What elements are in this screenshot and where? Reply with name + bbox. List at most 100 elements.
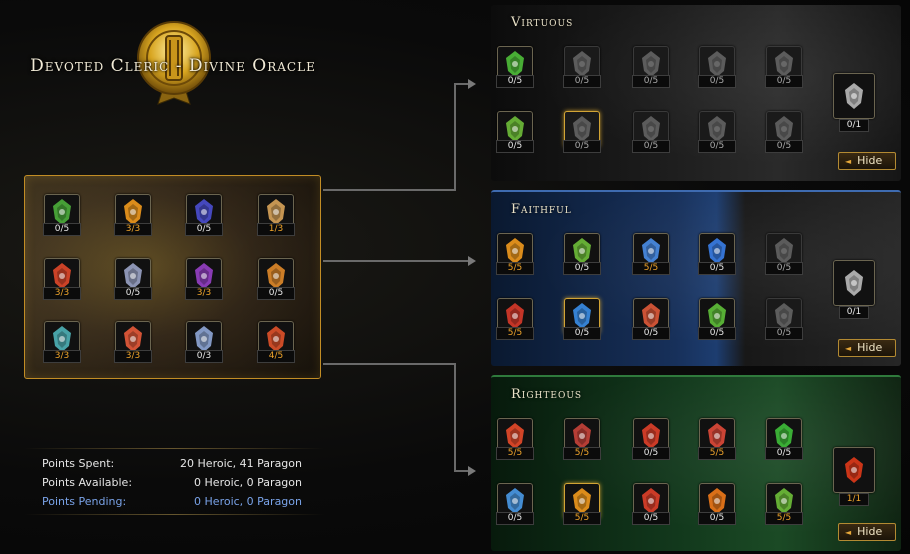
points-spent-value: 20 Heroic, 41 Paragon xyxy=(180,457,302,470)
connector-line xyxy=(454,363,456,471)
ability-tile[interactable]: 0/5 xyxy=(698,46,736,88)
rank-counter: 3/3 xyxy=(114,223,152,236)
points-available-row: Points Available: 0 Heroic, 0 Paragon xyxy=(42,475,302,491)
dark-gem-icon xyxy=(833,260,875,306)
rank-counter: 0/5 xyxy=(765,327,803,340)
ability-tile[interactable]: 0/5 xyxy=(114,258,152,300)
stats-divider-bottom xyxy=(24,514,324,515)
ability-tile[interactable]: 0/5 xyxy=(765,111,803,153)
ability-tile[interactable]: 3/3 xyxy=(43,321,81,363)
capstone-tile[interactable]: 0/1 xyxy=(833,260,875,319)
ability-tile[interactable]: 5/5 xyxy=(632,233,670,275)
tree-faithful: Faithful ◄ Hide 5/5 0/5 5/5 0/5 0/5 5/5 0/5 0/5 0… xyxy=(491,190,901,366)
shield-crest-icon xyxy=(833,73,875,119)
points-pending-value: 0 Heroic, 0 Paragon xyxy=(194,495,302,508)
rank-counter: 0/5 xyxy=(632,327,670,340)
connector-line xyxy=(454,83,456,191)
ability-tile[interactable]: 5/5 xyxy=(563,483,601,525)
hide-faithful-button[interactable]: ◄ Hide xyxy=(838,339,896,357)
ability-tile[interactable]: 0/5 xyxy=(632,298,670,340)
capstone-tile[interactable]: 1/1 xyxy=(833,447,875,506)
arrow-left-icon: ◄ xyxy=(845,528,852,537)
ability-tile[interactable]: 0/5 xyxy=(698,233,736,275)
ability-tile[interactable]: 0/5 xyxy=(698,111,736,153)
ability-tile[interactable]: 0/5 xyxy=(632,111,670,153)
points-available-value: 0 Heroic, 0 Paragon xyxy=(194,476,302,489)
ability-tile[interactable]: 5/5 xyxy=(765,483,803,525)
ability-tile[interactable]: 3/3 xyxy=(185,258,223,300)
rank-counter: 0/5 xyxy=(114,287,152,300)
rank-counter: 0/5 xyxy=(496,512,534,525)
ability-tile[interactable]: 1/3 xyxy=(257,194,295,236)
rank-counter: 0/1 xyxy=(839,306,869,319)
ability-tile[interactable]: 0/5 xyxy=(563,298,601,340)
rank-counter: 0/5 xyxy=(185,223,223,236)
ability-tile[interactable]: 5/5 xyxy=(698,418,736,460)
capstone-tile[interactable]: 0/1 xyxy=(833,73,875,132)
rank-counter: 0/5 xyxy=(496,75,534,88)
ability-tile[interactable]: 5/5 xyxy=(496,298,534,340)
rank-counter: 0/5 xyxy=(765,447,803,460)
arrow-left-icon: ◄ xyxy=(845,344,852,353)
hide-label: Hide xyxy=(857,154,883,167)
ability-tile[interactable]: 0/5 xyxy=(563,111,601,153)
rank-counter: 0/5 xyxy=(698,327,736,340)
ability-tile[interactable]: 5/5 xyxy=(496,233,534,275)
points-spent-row: Points Spent: 20 Heroic, 41 Paragon xyxy=(42,456,302,472)
points-spent-label: Points Spent: xyxy=(42,457,115,470)
ability-tile[interactable]: 5/5 xyxy=(496,418,534,460)
rank-counter: 0/5 xyxy=(698,262,736,275)
tree-name: Virtuous xyxy=(511,15,574,30)
ability-tile[interactable]: 0/3 xyxy=(185,321,223,363)
ability-tile[interactable]: 0/5 xyxy=(43,194,81,236)
tree-virtuous: Virtuous ◄ Hide 0/5 0/5 0/5 0/5 0/5 0/5 0/5 0/5 0… xyxy=(491,5,901,181)
points-available-label: Points Available: xyxy=(42,476,133,489)
arrow-right-icon xyxy=(468,466,476,476)
rank-counter: 3/3 xyxy=(114,350,152,363)
hide-righteous-button[interactable]: ◄ Hide xyxy=(838,523,896,541)
rank-counter: 5/5 xyxy=(563,447,601,460)
ability-tile[interactable]: 0/5 xyxy=(765,233,803,275)
points-pending-row: Points Pending: 0 Heroic, 0 Paragon xyxy=(42,494,302,510)
ability-tile[interactable]: 3/3 xyxy=(43,258,81,300)
ability-tile[interactable]: 0/5 xyxy=(496,46,534,88)
ability-tile[interactable]: 0/5 xyxy=(632,46,670,88)
ability-tile[interactable]: 0/5 xyxy=(496,111,534,153)
ability-tile[interactable]: 0/5 xyxy=(765,418,803,460)
ability-tile[interactable]: 5/5 xyxy=(563,418,601,460)
ability-tile[interactable]: 0/5 xyxy=(632,483,670,525)
rank-counter: 0/5 xyxy=(43,223,81,236)
ability-tile[interactable]: 0/5 xyxy=(765,46,803,88)
rank-counter: 0/5 xyxy=(632,512,670,525)
tree-righteous: Righteous ◄ Hide 5/5 5/5 0/5 5/5 0/5 0/5 5/5 0/5… xyxy=(491,375,901,551)
connector-line xyxy=(323,260,468,262)
rank-counter: 3/3 xyxy=(185,287,223,300)
ability-tile[interactable]: 0/5 xyxy=(563,233,601,275)
hide-virtuous-button[interactable]: ◄ Hide xyxy=(838,152,896,170)
rank-counter: 0/5 xyxy=(698,75,736,88)
arrow-right-icon xyxy=(468,79,476,89)
rank-counter: 0/5 xyxy=(765,75,803,88)
ability-tile[interactable]: 0/5 xyxy=(496,483,534,525)
ability-tile[interactable]: 4/5 xyxy=(257,321,295,363)
inferno-icon xyxy=(833,447,875,493)
rank-counter: 0/5 xyxy=(563,75,601,88)
rank-counter: 5/5 xyxy=(698,447,736,460)
ability-tile[interactable]: 0/5 xyxy=(765,298,803,340)
rank-counter: 0/5 xyxy=(563,327,601,340)
rank-counter: 0/5 xyxy=(632,140,670,153)
ability-tile[interactable]: 3/3 xyxy=(114,321,152,363)
ability-tile[interactable]: 0/5 xyxy=(563,46,601,88)
ability-tile[interactable]: 0/5 xyxy=(257,258,295,300)
points-pending-label: Points Pending: xyxy=(42,495,127,508)
ability-tile[interactable]: 3/3 xyxy=(114,194,152,236)
ability-tile[interactable]: 0/5 xyxy=(632,418,670,460)
ability-tile[interactable]: 0/5 xyxy=(698,298,736,340)
rank-counter: 0/5 xyxy=(632,75,670,88)
rank-counter: 5/5 xyxy=(496,327,534,340)
rank-counter: 0/5 xyxy=(765,140,803,153)
ability-tile[interactable]: 0/5 xyxy=(698,483,736,525)
ability-tile[interactable]: 0/5 xyxy=(185,194,223,236)
rank-counter: 0/5 xyxy=(563,140,601,153)
rank-counter: 0/5 xyxy=(698,140,736,153)
